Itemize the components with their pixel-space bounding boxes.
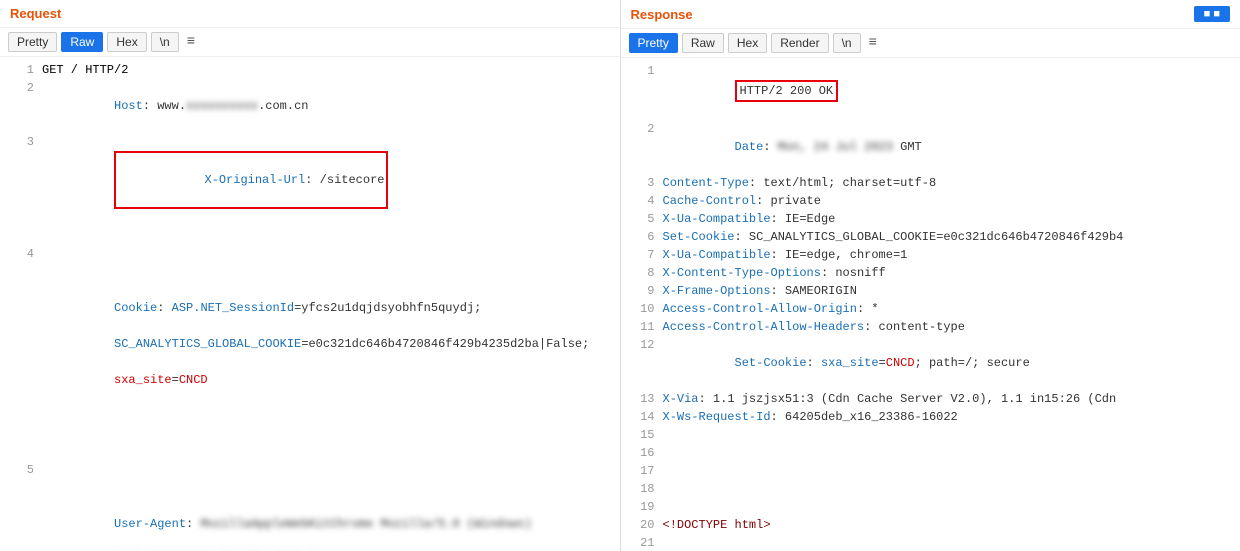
response-panel: Response ■ ■ Pretty Raw Hex Render \n ≡ … xyxy=(621,0,1240,551)
tab-hex-resp[interactable]: Hex xyxy=(728,33,767,53)
request-line-5: 5 User-Agent: MozillaAppleWebKitChrome M… xyxy=(0,443,620,551)
response-line-1: 1 HTTP/2 200 OK xyxy=(621,62,1240,120)
response-line-10: 10 Access-Control-Allow-Origin: * xyxy=(621,300,1240,318)
response-line-11: 11 Access-Control-Allow-Headers: content… xyxy=(621,318,1240,336)
tab-render-resp[interactable]: Render xyxy=(771,33,828,53)
menu-icon-resp[interactable]: ≡ xyxy=(869,35,877,51)
tab-pretty-req[interactable]: Pretty xyxy=(8,32,57,52)
tab-newline-req[interactable]: \n xyxy=(151,32,179,52)
request-line-1: 1 GET / HTTP/2 xyxy=(0,61,620,79)
request-content: 1 GET / HTTP/2 2 Host: www.xxxxxxxxxx.co… xyxy=(0,57,620,551)
request-title: Request xyxy=(0,0,620,28)
response-line-16: 16 xyxy=(621,444,1240,462)
response-line-20: 20 <!DOCTYPE html> xyxy=(621,516,1240,534)
request-toolbar: Pretty Raw Hex \n ≡ xyxy=(0,28,620,57)
response-line-19: 19 xyxy=(621,498,1240,516)
tab-pretty-resp[interactable]: Pretty xyxy=(629,33,678,53)
response-content: 1 HTTP/2 200 OK 2 Date: Mon, 24 Jul 2023… xyxy=(621,58,1240,551)
menu-icon-req[interactable]: ≡ xyxy=(187,34,195,50)
response-line-9: 9 X-Frame-Options: SAMEORIGIN xyxy=(621,282,1240,300)
response-line-15: 15 xyxy=(621,426,1240,444)
response-line-7: 7 X-Ua-Compatible: IE=edge, chrome=1 xyxy=(621,246,1240,264)
response-line-12: 12 Set-Cookie: sxa_site=CNCD; path=/; se… xyxy=(621,336,1240,390)
top-right-button[interactable]: ■ ■ xyxy=(1194,6,1230,22)
tab-newline-resp[interactable]: \n xyxy=(833,33,861,53)
response-title: Response ■ ■ xyxy=(621,0,1240,29)
response-toolbar: Pretty Raw Hex Render \n ≡ xyxy=(621,29,1240,58)
response-line-3: 3 Content-Type: text/html; charset=utf-8 xyxy=(621,174,1240,192)
response-line-4: 4 Cache-Control: private xyxy=(621,192,1240,210)
request-line-4: 4 Cookie: ASP.NET_SessionId=yfcs2u1dqjds… xyxy=(0,227,620,443)
tab-raw-resp[interactable]: Raw xyxy=(682,33,724,53)
response-line-6: 6 Set-Cookie: SC_ANALYTICS_GLOBAL_COOKIE… xyxy=(621,228,1240,246)
tab-hex-req[interactable]: Hex xyxy=(107,32,146,52)
request-line-2: 2 Host: www.xxxxxxxxxx.com.cn xyxy=(0,79,620,133)
response-line-8: 8 X-Content-Type-Options: nosniff xyxy=(621,264,1240,282)
response-line-13: 13 X-Via: 1.1 jszjsx51:3 (Cdn Cache Serv… xyxy=(621,390,1240,408)
response-line-17: 17 xyxy=(621,462,1240,480)
response-line-14: 14 X-Ws-Request-Id: 64205deb_x16_23386-1… xyxy=(621,408,1240,426)
response-line-21: 21 <html class="no-js no-touch" lang="zh… xyxy=(621,534,1240,551)
tab-raw-req[interactable]: Raw xyxy=(61,32,103,52)
response-line-5: 5 X-Ua-Compatible: IE=Edge xyxy=(621,210,1240,228)
response-line-2: 2 Date: Mon, 24 Jul 2023 GMT xyxy=(621,120,1240,174)
request-line-3: 3 X-Original-Url: /sitecore xyxy=(0,133,620,227)
request-panel: Request Pretty Raw Hex \n ≡ 1 GET / HTTP… xyxy=(0,0,621,551)
response-line-18: 18 xyxy=(621,480,1240,498)
